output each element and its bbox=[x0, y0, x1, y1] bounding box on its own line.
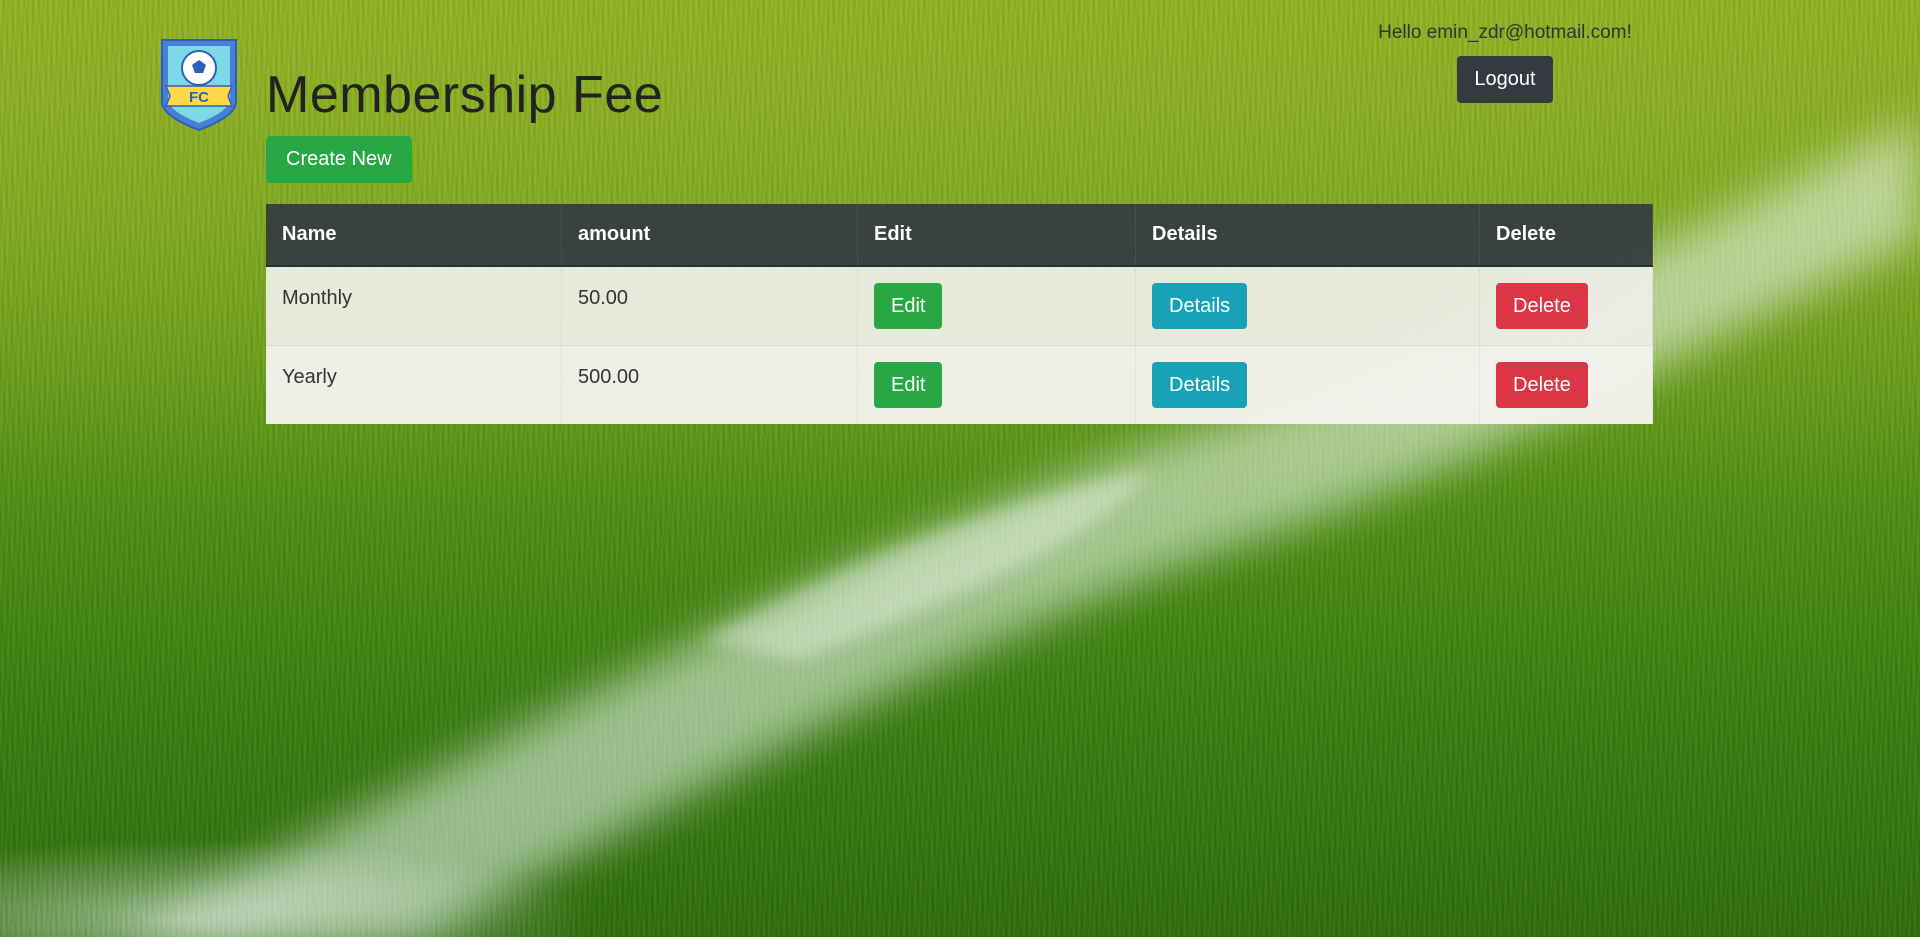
cell-delete: Delete bbox=[1479, 345, 1653, 424]
cell-delete: Delete bbox=[1479, 265, 1653, 346]
delete-button[interactable]: Delete bbox=[1496, 362, 1588, 408]
user-panel: Hello emin_zdr@hotmail.com! Logout bbox=[1360, 22, 1650, 103]
logout-button[interactable]: Logout bbox=[1457, 56, 1553, 103]
create-new-button[interactable]: Create New bbox=[266, 136, 412, 183]
column-header-delete: Delete bbox=[1479, 204, 1653, 267]
shield-icon: FC bbox=[161, 39, 237, 132]
membership-fee-table: Name amount Edit Details Delete Monthly … bbox=[266, 204, 1653, 424]
table-body: Monthly 50.00 Edit Details Delete Yearly… bbox=[266, 265, 1653, 424]
cell-edit: Edit bbox=[857, 345, 1136, 424]
header-row: Name amount Edit Details Delete bbox=[266, 204, 1653, 267]
cell-amount: 50.00 bbox=[561, 265, 858, 346]
delete-button[interactable]: Delete bbox=[1496, 283, 1588, 329]
table-row: Yearly 500.00 Edit Details Delete bbox=[266, 345, 1653, 424]
logo-text: FC bbox=[189, 89, 209, 106]
details-button[interactable]: Details bbox=[1152, 362, 1248, 408]
cell-amount: 500.00 bbox=[561, 345, 858, 424]
cell-details: Details bbox=[1135, 345, 1480, 424]
details-button[interactable]: Details bbox=[1152, 283, 1248, 329]
cell-details: Details bbox=[1135, 265, 1480, 346]
club-logo: FC bbox=[158, 36, 240, 132]
column-header-details: Details bbox=[1135, 204, 1480, 267]
table-row: Monthly 50.00 Edit Details Delete bbox=[266, 265, 1653, 346]
cell-name: Monthly bbox=[266, 265, 562, 346]
cell-edit: Edit bbox=[857, 265, 1136, 346]
column-header-edit: Edit bbox=[857, 204, 1136, 267]
table-header: Name amount Edit Details Delete bbox=[266, 204, 1653, 267]
cell-name: Yearly bbox=[266, 345, 562, 424]
column-header-name: Name bbox=[266, 204, 562, 267]
edit-button[interactable]: Edit bbox=[874, 283, 943, 329]
edit-button[interactable]: Edit bbox=[874, 362, 943, 408]
column-header-amount: amount bbox=[561, 204, 858, 267]
page-title: Membership Fee bbox=[266, 66, 664, 124]
user-greeting: Hello emin_zdr@hotmail.com! bbox=[1378, 22, 1632, 43]
